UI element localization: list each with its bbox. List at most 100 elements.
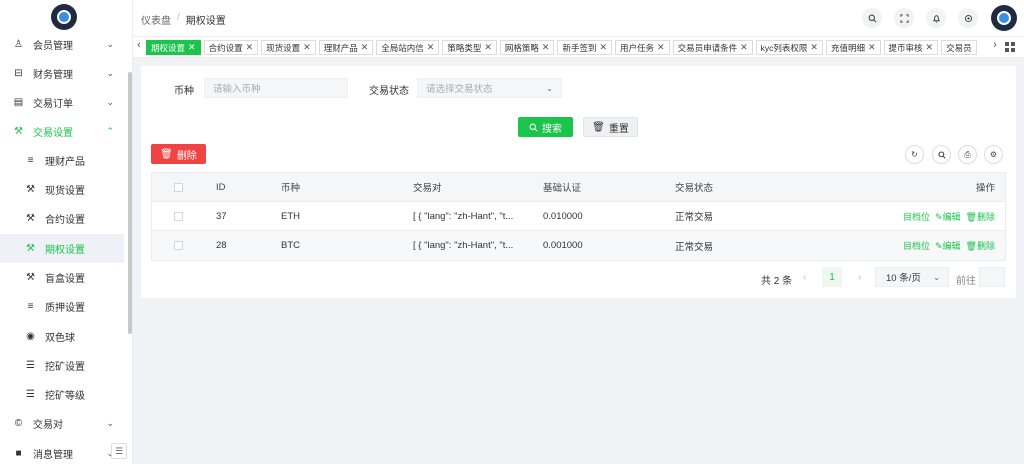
order-list-icon: ▤: [13, 97, 24, 108]
search-button[interactable]: [862, 8, 882, 28]
edit-label: 编辑: [942, 241, 961, 251]
select-all-checkbox[interactable]: [174, 182, 183, 192]
close-icon[interactable]: ✕: [657, 42, 665, 53]
sidebar-item-blindbox-settings[interactable]: ⚒ 盲盒设置: [0, 263, 124, 292]
gear-levels-link[interactable]: 目档位: [903, 210, 930, 223]
reset-button[interactable]: 🗑 重置: [583, 117, 638, 137]
cell-coin: ETH: [281, 210, 300, 222]
tab-label: 交易员申请条件: [677, 42, 738, 53]
row-checkbox[interactable]: [174, 211, 183, 221]
columns-settings-button[interactable]: ⚙: [984, 145, 1003, 164]
message-icon: ■: [15, 448, 22, 459]
close-icon[interactable]: ✕: [427, 42, 435, 53]
settings-button[interactable]: [958, 8, 978, 28]
cell-base-auth: 0.010000: [543, 210, 583, 222]
close-icon[interactable]: ✕: [926, 42, 934, 53]
close-icon[interactable]: ✕: [599, 42, 607, 53]
sidebar-item-trade-settings[interactable]: ⚒ 交易设置 ⌃: [0, 117, 124, 146]
coin-input[interactable]: 请输入币种: [204, 78, 348, 98]
column-header-coin[interactable]: 币种: [281, 173, 300, 201]
grid-menu-icon[interactable]: [1005, 42, 1015, 52]
column-header-status[interactable]: 交易状态: [675, 173, 713, 201]
column-header-pair[interactable]: 交易对: [413, 173, 442, 201]
breadcrumb-current: 期权设置: [185, 16, 226, 27]
next-page-icon[interactable]: ›: [858, 272, 861, 283]
sidebar-item-orders[interactable]: ▤ 交易订单 ⌄: [0, 88, 124, 117]
close-icon[interactable]: ✕: [484, 42, 492, 53]
edit-link[interactable]: ✎编辑: [935, 239, 961, 252]
tabs-scroll-right-icon[interactable]: ›: [990, 39, 1000, 51]
breadcrumb: 仪表盘 / 期权设置: [141, 12, 226, 27]
sidebar-item-messages[interactable]: ■ 消息管理 ⌄: [0, 439, 124, 464]
search-button[interactable]: 搜索: [518, 117, 573, 137]
tab-contract-settings[interactable]: 合约设置 ✕: [203, 40, 259, 55]
page-number-current[interactable]: 1: [822, 267, 842, 287]
close-icon[interactable]: ✕: [740, 42, 748, 53]
column-header-id[interactable]: ID: [216, 173, 226, 201]
tab-trader-conditions[interactable]: 交易员申请条件 ✕: [672, 40, 753, 55]
sidebar-item-trading-pairs[interactable]: © 交易对 ⌄: [0, 409, 124, 438]
sidebar-item-label: 交易设置: [33, 128, 73, 139]
sidebar-item-contract-settings[interactable]: ⚒ 合约设置: [0, 204, 124, 233]
tabs-scroll-left-icon[interactable]: ‹: [134, 39, 144, 51]
close-icon[interactable]: ✕: [361, 42, 369, 53]
tab-option-settings[interactable]: 期权设置 ✕: [146, 40, 201, 55]
sidebar-item-wealth-products[interactable]: ≡ 理财产品: [0, 146, 124, 175]
sidebar-item-spot-settings[interactable]: ⚒ 现货设置: [0, 175, 124, 204]
sidebar-item-finance[interactable]: ⊟ 财务管理 ⌄: [0, 59, 124, 88]
tab-deposit-details[interactable]: 充值明细 ✕: [825, 40, 881, 55]
close-icon[interactable]: ✕: [542, 42, 550, 53]
tab-user-tasks[interactable]: 用户任务 ✕: [615, 40, 670, 55]
status-select[interactable]: 请选择交易状态 ⌄: [417, 78, 562, 98]
toggle-search-button[interactable]: [932, 145, 951, 164]
close-icon[interactable]: ✕: [188, 42, 196, 53]
sidebar-item-staking-settings[interactable]: ≡ 质押设置: [0, 292, 124, 321]
row-checkbox[interactable]: [174, 241, 183, 250]
notification-button[interactable]: [926, 8, 946, 28]
sidebar-item-label: 消息管理: [33, 450, 73, 461]
page-size-select[interactable]: 10 条/页 ⌄: [875, 267, 949, 287]
sidebar-item-mining-settings[interactable]: ☰ 挖矿设置: [0, 351, 124, 380]
goto-page-input[interactable]: [979, 267, 1005, 287]
sidebar-item-label: 现货设置: [45, 186, 85, 197]
sidebar-item-label: 挖矿设置: [45, 362, 85, 373]
chevron-down-icon: ⌄: [106, 418, 114, 428]
close-icon[interactable]: ✕: [810, 42, 818, 53]
refresh-button[interactable]: ↻: [905, 145, 924, 164]
tab-trader[interactable]: 交易员: [941, 40, 977, 55]
column-header-base-auth[interactable]: 基础认证: [543, 173, 581, 201]
sidebar-item-label: 交易订单: [33, 99, 73, 110]
tab-withdraw-review[interactable]: 提币审核 ✕: [883, 40, 939, 55]
prev-page-icon[interactable]: ‹: [803, 272, 806, 283]
sidebar-item-mining-levels[interactable]: ☰ 挖矿等级: [0, 380, 124, 409]
tab-strategy-types[interactable]: 策略类型 ✕: [442, 40, 497, 55]
top-header: 仪表盘 / 期权设置: [133, 0, 1024, 36]
delete-link[interactable]: 🗑删除: [966, 239, 995, 252]
fullscreen-button[interactable]: [894, 8, 914, 28]
tab-global-messages[interactable]: 全局站内信 ✕: [376, 40, 440, 55]
sidebar-scrollbar[interactable]: [128, 72, 132, 334]
user-avatar[interactable]: [991, 5, 1017, 31]
tab-grid-strategy[interactable]: 网格策略 ✕: [499, 40, 555, 55]
trash-icon: 🗑: [592, 121, 605, 133]
breadcrumb-home[interactable]: 仪表盘: [141, 12, 171, 27]
chevron-down-icon: ⌄: [106, 68, 114, 78]
close-icon[interactable]: ✕: [868, 42, 876, 53]
sidebar-item-lottery[interactable]: ◉ 双色球: [0, 322, 124, 351]
tab-spot-settings[interactable]: 现货设置 ✕: [261, 40, 316, 55]
close-icon[interactable]: ✕: [303, 42, 311, 53]
edit-link[interactable]: ✎编辑: [935, 210, 961, 223]
tab-newbie-checkin[interactable]: 新手签到 ✕: [557, 40, 612, 55]
cell-pair: [ { "lang": "zh-Hant", "t...: [413, 210, 514, 222]
tab-wealth-products[interactable]: 理财产品 ✕: [318, 40, 374, 55]
tab-label: 网格策略: [504, 42, 539, 53]
collapse-menu-button[interactable]: ☰: [111, 443, 127, 459]
tab-kyc-permissions[interactable]: kyc列表权限 ✕: [755, 40, 823, 55]
print-button[interactable]: ⎙: [958, 145, 977, 164]
delete-link[interactable]: 🗑删除: [966, 210, 995, 223]
gear-levels-link[interactable]: 目档位: [903, 239, 930, 252]
delete-button[interactable]: 🗑 删除: [151, 144, 206, 164]
sidebar-item-option-settings[interactable]: ⚒ 期权设置: [0, 234, 124, 263]
close-icon[interactable]: ✕: [246, 42, 254, 53]
sidebar-item-members[interactable]: ♙ 会员管理 ⌄: [0, 30, 124, 59]
